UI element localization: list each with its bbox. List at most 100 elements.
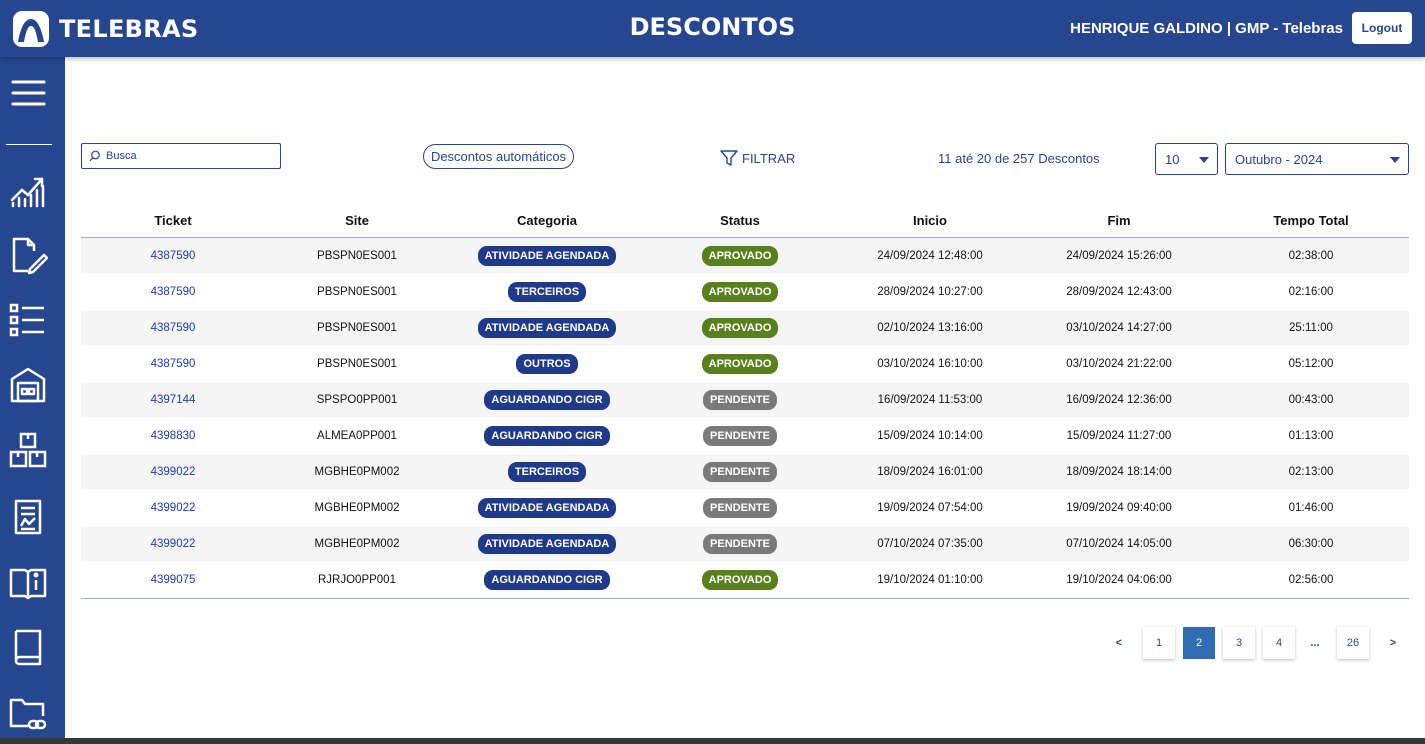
end-cell: 19/09/2024 09:40:00 — [1066, 502, 1172, 514]
discounts-table: Ticket Site Categoria Status Inicio Fim … — [81, 204, 1409, 599]
category-badge: AGUARDANDO CIGR — [484, 426, 610, 446]
total-time-cell: 05:12:00 — [1288, 358, 1334, 370]
logout-button[interactable]: Logout — [1352, 12, 1412, 44]
menu-icon[interactable] — [8, 75, 48, 115]
search-box[interactable] — [81, 143, 281, 169]
ticket-link[interactable]: 4387590 — [81, 358, 265, 370]
month-select[interactable]: Outubro - 2024 — [1225, 143, 1409, 175]
status-cell: APROVADO — [645, 246, 835, 266]
search-input[interactable] — [106, 150, 276, 162]
building-icon[interactable] — [8, 365, 48, 405]
page-button-1[interactable]: 1 — [1143, 627, 1175, 659]
site-cell: PBSPN0ES001 — [317, 286, 397, 298]
table-row[interactable]: 4387590 PBSPN0ES001 OUTROS APROVADO 03/10/20… — [81, 346, 1409, 382]
search-icon — [89, 150, 100, 162]
end-cell: 28/09/2024 12:43:00 — [1066, 286, 1172, 298]
total-time-cell: 25:11:00 — [1289, 322, 1333, 334]
chevron-down-icon — [1390, 157, 1400, 163]
status-badge: PENDENTE — [703, 498, 777, 518]
status-cell: PENDENTE — [645, 462, 835, 482]
status-cell: PENDENTE — [645, 498, 835, 518]
status-cell: PENDENTE — [645, 390, 835, 410]
column-header[interactable]: Categoria — [449, 213, 645, 228]
table-row[interactable]: 4387590 PBSPN0ES001 ATIVIDADE AGENDADA APRO… — [81, 238, 1409, 274]
status-badge: APROVADO — [701, 354, 779, 374]
table-row[interactable]: 4399022 MGBHE0PM002 ATIVIDADE AGENDADA PEND… — [81, 526, 1409, 562]
filter-button[interactable]: FILTRAR — [720, 149, 795, 167]
column-header[interactable]: Tempo Total — [1213, 213, 1409, 228]
ticket-link[interactable]: 4398830 — [81, 430, 265, 442]
ticket-link[interactable]: 4399022 — [81, 466, 265, 478]
next-page-button[interactable]: > — [1377, 627, 1409, 659]
site-cell: SPSPO0PP001 — [316, 394, 398, 406]
category-cell: ATIVIDADE AGENDADA — [449, 534, 645, 554]
chart-icon[interactable] — [8, 170, 48, 210]
ticket-link[interactable]: 4399075 — [81, 574, 265, 586]
status-badge: APROVADO — [701, 246, 779, 266]
end-cell: 03/10/2024 14:27:00 — [1066, 322, 1172, 334]
category-cell: OUTROS — [449, 354, 645, 374]
logo-text: TELEBRAS — [59, 14, 199, 43]
table-row[interactable]: 4387590 PBSPN0ES001 TERCEIROS APROVADO 28/09… — [81, 274, 1409, 310]
ticket-link[interactable]: 4387590 — [81, 286, 265, 298]
status-badge: APROVADO — [701, 318, 779, 338]
site-cell: PBSPN0ES001 — [317, 358, 397, 370]
ticket-link[interactable]: 4387590 — [81, 322, 265, 334]
table-bottom-border — [81, 598, 1409, 599]
column-header[interactable]: Status — [645, 213, 835, 228]
end-cell: 07/10/2024 14:05:00 — [1066, 538, 1172, 550]
total-time-cell: 02:38:00 — [1288, 250, 1334, 262]
start-cell: 15/09/2024 10:14:00 — [877, 430, 983, 442]
document-edit-icon[interactable] — [8, 235, 49, 275]
ticket-link[interactable]: 4387590 — [81, 250, 265, 262]
page-size-value: 10 — [1165, 151, 1180, 167]
logo: TELEBRAS — [13, 10, 199, 47]
column-header[interactable]: Inicio — [835, 213, 1025, 228]
page-button-2-active[interactable]: 2 — [1183, 627, 1215, 659]
site-cell: ALMEA0PP001 — [317, 430, 397, 442]
site-cell: MGBHE0PM002 — [314, 538, 400, 550]
category-badge: ATIVIDADE AGENDADA — [477, 534, 617, 554]
report-icon[interactable] — [8, 497, 48, 537]
prev-page-button[interactable]: < — [1103, 627, 1135, 659]
category-badge: AGUARDANDO CIGR — [484, 570, 610, 590]
column-header[interactable]: Fim — [1025, 213, 1213, 228]
page-button-4[interactable]: 4 — [1263, 627, 1295, 659]
column-header[interactable]: Ticket — [81, 213, 265, 228]
total-time-cell: 02:13:00 — [1288, 466, 1334, 478]
status-cell: PENDENTE — [645, 426, 835, 446]
ticket-link[interactable]: 4399022 — [81, 502, 265, 514]
auto-discounts-button[interactable]: Descontos automáticos — [423, 144, 574, 169]
start-cell: 18/09/2024 16:01:00 — [877, 466, 983, 478]
status-badge: PENDENTE — [703, 462, 777, 482]
table-row[interactable]: 4398830 ALMEA0PP001 AGUARDANDO CIGR PENDENT… — [81, 418, 1409, 454]
table-row[interactable]: 4399022 MGBHE0PM002 TERCEIROS PENDENTE 18/09… — [81, 454, 1409, 490]
site-cell: MGBHE0PM002 — [314, 502, 400, 514]
list-icon[interactable] — [8, 300, 48, 340]
category-cell: ATIVIDADE AGENDADA — [449, 246, 645, 266]
sidebar-divider — [6, 144, 52, 145]
folder-link-icon[interactable] — [8, 694, 48, 734]
category-badge: ATIVIDADE AGENDADA — [477, 318, 617, 338]
ticket-link[interactable]: 4399022 — [81, 538, 265, 550]
status-badge: APROVADO — [701, 570, 779, 590]
book-info-icon[interactable] — [8, 562, 48, 602]
site-cell: PBSPN0ES001 — [317, 322, 397, 334]
table-row[interactable]: 4397144 SPSPO0PP001 AGUARDANDO CIGR PENDENT… — [81, 382, 1409, 418]
boxes-icon[interactable] — [8, 430, 48, 470]
page-button-3[interactable]: 3 — [1223, 627, 1255, 659]
category-badge: ATIVIDADE AGENDADA — [477, 498, 617, 518]
category-badge: TERCEIROS — [507, 462, 587, 482]
table-row[interactable]: 4399075 RJRJO0PP001 AGUARDANDO CIGR APROVAD… — [81, 562, 1409, 598]
page-button-26[interactable]: 26 — [1337, 627, 1369, 659]
column-header[interactable]: Site — [265, 213, 449, 228]
table-row[interactable]: 4399022 MGBHE0PM002 ATIVIDADE AGENDADA PEND… — [81, 490, 1409, 526]
ticket-link[interactable]: 4397144 — [81, 394, 265, 406]
end-cell: 15/09/2024 11:27:00 — [1066, 430, 1172, 442]
status-badge: PENDENTE — [703, 390, 777, 410]
chevron-down-icon — [1199, 157, 1209, 163]
page-size-select[interactable]: 10 — [1155, 143, 1218, 175]
book-icon[interactable] — [8, 627, 48, 667]
status-badge: APROVADO — [701, 282, 779, 302]
table-row[interactable]: 4387590 PBSPN0ES001 ATIVIDADE AGENDADA APRO… — [81, 310, 1409, 346]
